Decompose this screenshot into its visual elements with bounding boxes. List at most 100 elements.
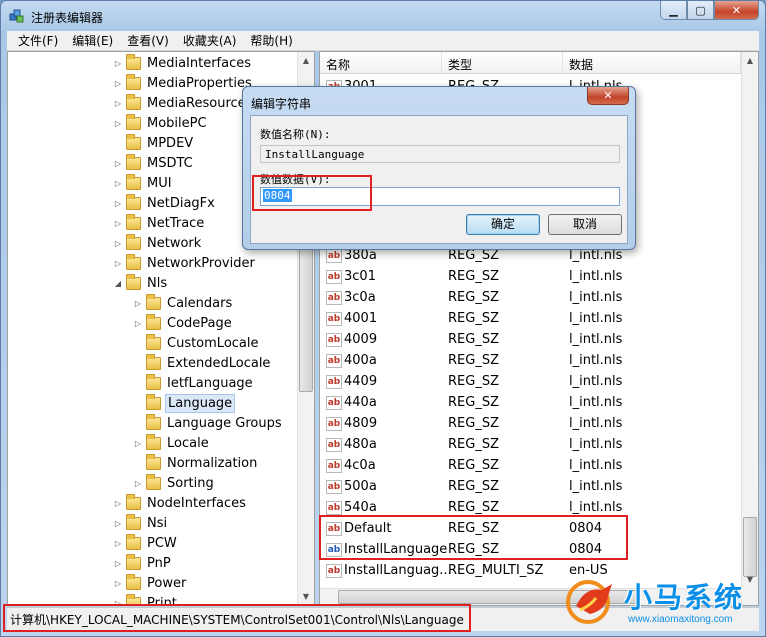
- value-row[interactable]: ab 4001 REG_SZ l_intl.nls: [320, 308, 740, 329]
- expand-arrow-icon[interactable]: ▷: [112, 239, 124, 248]
- folder-icon: [126, 533, 141, 550]
- expand-arrow-icon[interactable]: ▷: [112, 259, 124, 268]
- tree-item[interactable]: ▷ MUI: [112, 173, 174, 193]
- value-name: 380a: [344, 248, 377, 263]
- menu-help[interactable]: 帮助(H): [243, 32, 299, 49]
- menu-view[interactable]: 查看(V): [120, 32, 176, 49]
- expand-arrow-icon[interactable]: ▷: [112, 519, 124, 528]
- value-name: 4409: [344, 374, 378, 389]
- column-type[interactable]: 类型: [442, 52, 563, 73]
- expand-arrow-icon[interactable]: ▷: [112, 499, 124, 508]
- expand-arrow-icon[interactable]: ▷: [112, 579, 124, 588]
- expand-arrow-icon[interactable]: ▷: [112, 159, 124, 168]
- expanded-arrow-icon[interactable]: ◢: [112, 279, 124, 288]
- ok-button[interactable]: 确定: [466, 214, 540, 235]
- tree-item[interactable]: IetfLanguage: [132, 373, 255, 393]
- value-row[interactable]: ab 4809 REG_SZ l_intl.nls: [320, 413, 740, 434]
- expand-arrow-icon[interactable]: ▷: [132, 479, 144, 488]
- value-row[interactable]: ab 4409 REG_SZ l_intl.nls: [320, 371, 740, 392]
- tree-item[interactable]: CustomLocale: [132, 333, 261, 353]
- expand-arrow-icon[interactable]: ▷: [112, 179, 124, 188]
- string-value-icon: ab: [326, 500, 342, 515]
- tree-item[interactable]: ExtendedLocale: [132, 353, 272, 373]
- expand-arrow-icon[interactable]: ▷: [112, 59, 124, 68]
- tree-item[interactable]: ▷ PCW: [112, 533, 179, 553]
- tree-item[interactable]: MPDEV: [112, 133, 195, 153]
- title-bar[interactable]: 注册表编辑器 ▁ ▢ ✕: [1, 1, 765, 31]
- tree-item[interactable]: ▷ Network: [112, 233, 203, 253]
- tree-item[interactable]: ▷ Sorting: [132, 473, 216, 493]
- watermark-logo: 小马系统 www.xiaomaxitong.com: [566, 574, 762, 632]
- tree-item[interactable]: Language Groups: [132, 413, 284, 433]
- horse-logo-icon: [566, 580, 612, 624]
- value-row[interactable]: ab 4c0a REG_SZ l_intl.nls: [320, 455, 740, 476]
- folder-icon: [126, 513, 141, 530]
- list-vertical-scrollbar[interactable]: ▲ ▼: [741, 52, 758, 605]
- value-row[interactable]: ab 400a REG_SZ l_intl.nls: [320, 350, 740, 371]
- expand-arrow-icon[interactable]: ▷: [112, 99, 124, 108]
- minimize-button[interactable]: ▁: [660, 1, 687, 20]
- list-scroll-thumb[interactable]: [743, 517, 757, 577]
- scroll-down-icon[interactable]: ▼: [298, 588, 314, 605]
- value-name: 3c01: [344, 269, 376, 284]
- value-row[interactable]: ab 4009 REG_SZ l_intl.nls: [320, 329, 740, 350]
- value-data: l_intl.nls: [569, 290, 623, 305]
- tree-item-label: Nls: [147, 275, 168, 291]
- expand-arrow-icon[interactable]: ▷: [112, 79, 124, 88]
- tree-item[interactable]: ▷ NetworkProvider: [112, 253, 257, 273]
- expand-arrow-icon[interactable]: ▷: [112, 539, 124, 548]
- expand-arrow-icon[interactable]: ▷: [112, 119, 124, 128]
- tree-item[interactable]: ▷ MediaResources: [112, 93, 254, 113]
- menu-edit[interactable]: 编辑(E): [65, 32, 120, 49]
- tree-item[interactable]: ▷ Locale: [132, 433, 211, 453]
- expand-arrow-icon[interactable]: ▷: [132, 439, 144, 448]
- value-type: REG_SZ: [448, 500, 499, 515]
- tree-item[interactable]: ▷ Nsi: [112, 513, 169, 533]
- close-button[interactable]: ✕: [714, 1, 759, 20]
- menu-file[interactable]: 文件(F): [11, 32, 65, 49]
- value-row[interactable]: ab 500a REG_SZ l_intl.nls: [320, 476, 740, 497]
- value-row[interactable]: ab 480a REG_SZ l_intl.nls: [320, 434, 740, 455]
- column-data[interactable]: 数据: [563, 52, 741, 73]
- value-type: REG_MULTI_SZ: [448, 563, 544, 578]
- tree-item[interactable]: ▷ CodePage: [132, 313, 234, 333]
- value-name: 4001: [344, 311, 378, 326]
- tree-scroll-thumb[interactable]: [299, 242, 313, 392]
- expand-arrow-icon[interactable]: ▷: [112, 219, 124, 228]
- maximize-button[interactable]: ▢: [687, 1, 714, 20]
- tree-item-label: ExtendedLocale: [167, 355, 271, 371]
- cancel-button[interactable]: 取消: [548, 214, 622, 235]
- folder-icon: [146, 313, 161, 330]
- expand-arrow-icon[interactable]: ▷: [132, 299, 144, 308]
- value-row[interactable]: ab 3c01 REG_SZ l_intl.nls: [320, 266, 740, 287]
- dialog-close-button[interactable]: ✕: [587, 87, 629, 105]
- tree-item-label: PCW: [147, 535, 177, 551]
- column-name[interactable]: 名称: [320, 52, 442, 73]
- tree-item[interactable]: ▷ PnP: [112, 553, 173, 573]
- tree-item[interactable]: Language: [132, 393, 236, 413]
- expand-arrow-icon[interactable]: ▷: [112, 199, 124, 208]
- expand-arrow-icon[interactable]: ▷: [112, 559, 124, 568]
- tree-item[interactable]: ▷ MediaInterfaces: [112, 53, 253, 73]
- scroll-up-icon[interactable]: ▲: [298, 52, 314, 69]
- tree-item[interactable]: ▷ NetTrace: [112, 213, 206, 233]
- menu-favorites[interactable]: 收藏夹(A): [176, 32, 244, 49]
- tree-item[interactable]: ▷ MediaProperties: [112, 73, 254, 93]
- scroll-up-icon[interactable]: ▲: [742, 52, 758, 69]
- close-icon: ✕: [603, 89, 613, 102]
- folder-icon: [126, 253, 141, 270]
- tree-item[interactable]: ▷ MSDTC: [112, 153, 195, 173]
- tree-item[interactable]: ▷ NodeInterfaces: [112, 493, 248, 513]
- tree-item-label: Power: [147, 575, 187, 591]
- expand-arrow-icon[interactable]: ▷: [132, 319, 144, 328]
- value-row[interactable]: ab 3c0a REG_SZ l_intl.nls: [320, 287, 740, 308]
- tree-item[interactable]: Normalization: [132, 453, 259, 473]
- tree-item[interactable]: ▷ Calendars: [132, 293, 234, 313]
- tree-item[interactable]: ▷ Power: [112, 573, 188, 593]
- tree-item[interactable]: ▷ NetDiagFx: [112, 193, 217, 213]
- value-row[interactable]: ab 440a REG_SZ l_intl.nls: [320, 392, 740, 413]
- value-name: 480a: [344, 437, 377, 452]
- tree-item[interactable]: ◢ Nls: [112, 273, 169, 293]
- string-value-icon: ab: [326, 374, 342, 389]
- tree-item[interactable]: ▷ MobilePC: [112, 113, 209, 133]
